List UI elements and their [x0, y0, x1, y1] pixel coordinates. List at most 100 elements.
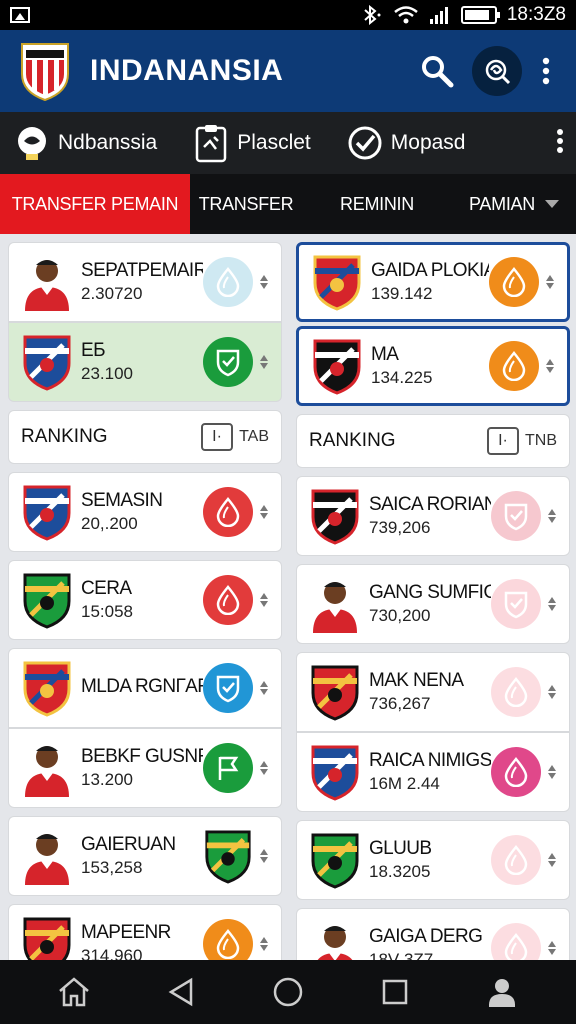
profile-button[interactable] [477, 967, 527, 1017]
player-card[interactable]: SEPATPEMAIR 2.30720 [8, 242, 282, 322]
sort-arrows-icon[interactable] [257, 592, 271, 608]
home-button[interactable] [49, 967, 99, 1017]
drop-badge-icon[interactable] [489, 257, 539, 307]
player-photo [19, 253, 75, 311]
sort-arrows-icon[interactable] [257, 848, 271, 864]
sort-arrows-icon[interactable] [257, 680, 271, 696]
player-card[interactable]: GANG SUMFIG 730,200 [296, 564, 570, 644]
recents-button[interactable] [370, 967, 420, 1017]
tab-reminin[interactable]: REMININ [302, 174, 452, 234]
shield-badge-icon[interactable] [491, 491, 541, 541]
player-value: 18V 3Z7 [369, 950, 434, 960]
drop-badge-icon[interactable] [203, 487, 253, 537]
sort-arrows-icon[interactable] [545, 684, 559, 700]
player-name: GAIERUAN [81, 834, 176, 855]
player-name: SAICA RORIAN [369, 494, 491, 515]
clock: 18:3Z8 [506, 4, 566, 25]
search-button[interactable] [414, 48, 460, 94]
player-info: MAPEENR 314.960 [81, 922, 203, 960]
drop-badge-icon[interactable] [203, 257, 253, 307]
drop-badge-icon[interactable] [203, 575, 253, 625]
tab-transfer-pemain[interactable]: TRANSFER PEMAIN [0, 174, 190, 234]
sort-arrows-icon[interactable] [257, 354, 271, 370]
tab-pamian[interactable]: PAMIAN [452, 174, 576, 234]
sort-arrows-icon[interactable] [257, 760, 271, 776]
sort-arrows-icon[interactable] [545, 940, 559, 956]
back-button[interactable] [156, 967, 206, 1017]
player-name: MAPEENR [81, 922, 171, 943]
player-value: 16M 2.44 [369, 774, 440, 793]
app-header: INDANANSIA [0, 30, 576, 112]
sub-nav-item-2[interactable]: Mopasd [345, 123, 465, 163]
shield-badge-icon[interactable] [203, 337, 253, 387]
player-name: EБ [81, 340, 106, 361]
drop-badge-icon[interactable] [491, 667, 541, 717]
sort-arrows-icon[interactable] [545, 852, 559, 868]
flag-badge-icon[interactable] [203, 743, 253, 793]
player-card[interactable]: CERA 15:058 [8, 560, 282, 640]
drop-badge-icon[interactable] [489, 341, 539, 391]
sort-arrows-icon[interactable] [545, 508, 559, 524]
sort-arrows-icon[interactable] [257, 504, 271, 520]
ranking-toggle[interactable]: I· [487, 427, 519, 455]
system-home-button[interactable] [263, 967, 313, 1017]
club-crest-icon[interactable] [203, 830, 253, 884]
player-name: MA [371, 344, 399, 365]
player-card[interactable]: GAIDA PLOKIA 139.142 [296, 242, 570, 322]
sort-arrows-icon[interactable] [257, 274, 271, 290]
sort-arrows-icon[interactable] [545, 596, 559, 612]
player-card[interactable]: SEMASIN 20,.200 [8, 472, 282, 552]
sort-arrows-icon[interactable] [545, 764, 559, 780]
player-info: SEMASIN 20,.200 [81, 490, 203, 534]
player-info: BEBKF GUSNR 13.200 [81, 746, 203, 790]
player-photo [307, 919, 363, 960]
drop-badge-icon[interactable] [491, 923, 541, 960]
battery-icon [460, 6, 500, 24]
drop-badge-icon[interactable] [491, 835, 541, 885]
ranking-toggle[interactable]: I· [201, 423, 234, 451]
ranking-row[interactable]: RANKING I· TAB [8, 410, 282, 464]
player-name: RAICA NIMIGS [369, 750, 491, 771]
bluetooth-icon [364, 5, 381, 25]
player-info: MAK NENA 736,267 [369, 670, 491, 714]
shield-badge-icon[interactable] [203, 663, 253, 713]
sort-arrows-icon[interactable] [257, 936, 271, 952]
player-card[interactable]: GAIERUAN 153,258 [8, 816, 282, 896]
player-card[interactable]: MAK NENA 736,267 [296, 652, 570, 732]
player-info: EБ 23.100 [81, 340, 203, 384]
club-crest-icon [307, 743, 363, 801]
sort-arrows-icon[interactable] [543, 274, 557, 290]
player-card[interactable]: GAIGA DERG 18V 3Z7 [296, 908, 570, 960]
drop-badge-icon[interactable] [203, 919, 253, 960]
shield-badge-icon[interactable] [491, 579, 541, 629]
filter-button[interactable] [472, 46, 522, 96]
player-card[interactable]: MAPEENR 314.960 [8, 904, 282, 960]
sub-nav-item-1[interactable]: Plasclet [191, 123, 311, 163]
player-info: GAIERUAN 153,258 [81, 834, 203, 878]
player-card[interactable]: MA 134.225 [296, 326, 570, 406]
more-menu-button[interactable] [534, 48, 558, 94]
player-name: MLDA RGNГAR [81, 676, 203, 697]
sub-nav-more-button[interactable] [556, 128, 564, 159]
player-card[interactable]: RAICA NIMIGS 16M 2.44 [296, 732, 570, 812]
player-info: SAICA RORIAN 739,206 [369, 494, 491, 538]
player-value: 139.142 [371, 284, 433, 303]
player-card[interactable]: EБ 23.100 [8, 322, 282, 402]
more-vert-icon [557, 128, 563, 153]
club-crest-icon [19, 571, 75, 629]
player-card[interactable]: BEBKF GUSNR 13.200 [8, 728, 282, 808]
player-card[interactable]: SAICA RORIAN 739,206 [296, 476, 570, 556]
player-info: GAIDA PLOKIA 139.142 [371, 260, 489, 304]
sub-nav-item-0[interactable]: Ndbanssia [12, 123, 157, 163]
club-crest-icon [307, 487, 363, 545]
player-card[interactable]: MLDA RGNГAR [8, 648, 282, 728]
player-info: MA 134.225 [371, 344, 489, 388]
player-value: 153,258 [81, 858, 143, 877]
drop-badge-icon[interactable] [491, 747, 541, 797]
player-card[interactable]: GLUUB 18.3205 [296, 820, 570, 900]
ranking-row[interactable]: RANKING I· TNB [296, 414, 570, 468]
club-crest-icon [19, 915, 75, 960]
sort-arrows-icon[interactable] [543, 358, 557, 374]
profile-icon [489, 979, 516, 1007]
tab-transfer[interactable]: TRANSFER [190, 174, 302, 234]
